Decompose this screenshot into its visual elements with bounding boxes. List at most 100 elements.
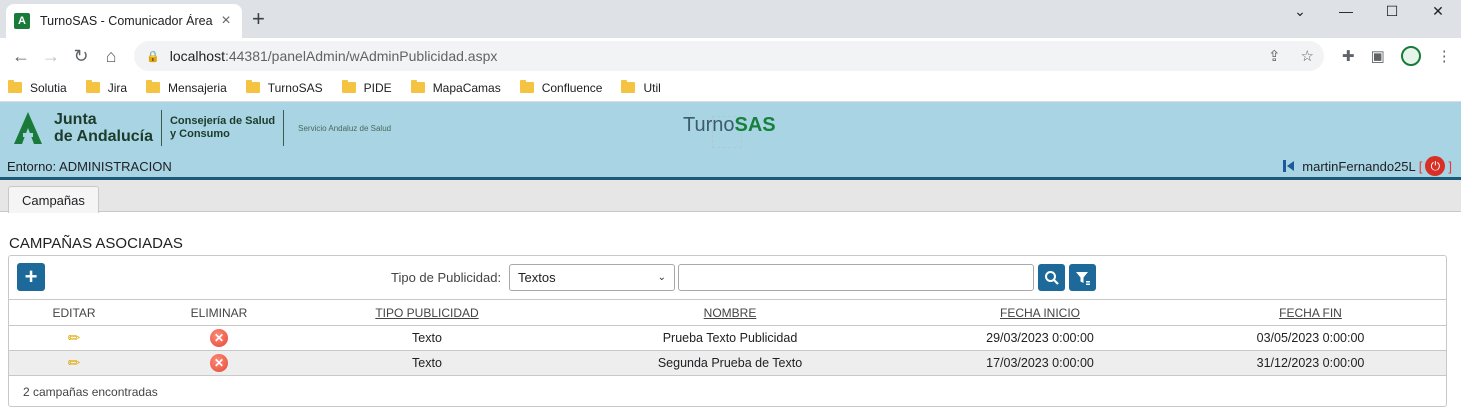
- junta-a-logo-icon: [14, 112, 42, 144]
- logo-line1: Junta: [54, 111, 97, 128]
- delete-icon[interactable]: ✕: [210, 354, 228, 372]
- search-button[interactable]: [1038, 264, 1065, 291]
- close-tab-icon[interactable]: ×: [218, 12, 234, 30]
- logo-text: Junta de Andalucía: [54, 111, 153, 145]
- chevron-down-icon: ⌄: [657, 272, 666, 283]
- url-path: :44381/panelAdmin/wAdminPublicidad.aspx: [224, 48, 498, 64]
- folder-icon: [621, 80, 636, 93]
- cell-fecha-inicio: 17/03/2023 0:00:00: [905, 350, 1175, 376]
- app-header: Junta de Andalucía Consejería de Salud y…: [0, 102, 1461, 180]
- user-area: martinFernando25L [ ⏻ ]: [1283, 156, 1455, 176]
- search-icon: [1044, 270, 1059, 285]
- menu-icon[interactable]: ⋮: [1437, 47, 1452, 65]
- folder-icon: [245, 80, 260, 93]
- app-tabbar: Campañas: [0, 180, 1461, 213]
- maximize-button[interactable]: ☐: [1369, 0, 1415, 22]
- table-row: ✏ ✕ Texto Segunda Prueba de Texto 17/03/…: [9, 350, 1446, 376]
- bookmark-label: Confluence: [541, 80, 603, 95]
- omnibox-actions: ⇪ ☆: [1268, 47, 1314, 65]
- bookmark-folder[interactable]: Jira: [85, 80, 128, 95]
- folder-icon: [410, 80, 425, 93]
- close-window-button[interactable]: ✕: [1415, 0, 1461, 22]
- lock-icon[interactable]: 🔒: [146, 50, 160, 63]
- col-editar: EDITAR: [9, 299, 139, 326]
- home-button[interactable]: ⌂: [96, 41, 126, 71]
- extensions-icon[interactable]: ✚: [1342, 47, 1355, 65]
- bookmark-label: Util: [643, 80, 661, 95]
- add-campaign-button[interactable]: +: [17, 263, 45, 291]
- back-button[interactable]: ←: [6, 41, 36, 71]
- bookmark-folder[interactable]: MapaCamas: [410, 80, 501, 95]
- bookmark-folder[interactable]: PIDE: [341, 80, 392, 95]
- sas-text: Servicio Andaluz de Salud: [298, 123, 392, 133]
- consejeria-line1: Consejería de Salud: [169, 115, 276, 127]
- bracket-close: ]: [1448, 158, 1452, 174]
- new-tab-button[interactable]: +: [252, 8, 265, 30]
- consejeria-text: Consejería de Salud y Consumo: [170, 115, 275, 141]
- window-controls: ⌄ — ☐ ✕: [1277, 0, 1461, 22]
- app-brand: TurnoSAS: [683, 114, 776, 137]
- minimize-button[interactable]: —: [1323, 0, 1369, 22]
- edit-pencil-icon[interactable]: ✏: [68, 329, 81, 347]
- clear-filter-button[interactable]: [1069, 264, 1096, 291]
- profile-avatar[interactable]: [1400, 46, 1421, 66]
- bookmark-folder[interactable]: Mensajeria: [146, 80, 227, 95]
- col-fecha-fin[interactable]: FECHA FIN: [1175, 299, 1446, 326]
- browser-tabstrip: A TurnoSAS - Comunicador Área × + ⌄ — ☐ …: [0, 0, 1461, 38]
- bookmark-label: Mensajeria: [168, 80, 227, 95]
- bracket-open: [: [1418, 158, 1423, 174]
- col-tipo-publicidad[interactable]: TIPO PUBLICIDAD: [299, 299, 555, 326]
- address-bar[interactable]: 🔒 localhost:44381/panelAdmin/wAdminPubli…: [134, 41, 1324, 71]
- cell-tipo: Texto: [299, 325, 555, 351]
- col-eliminar: ELIMINAR: [139, 299, 299, 326]
- edit-cell: ✏: [9, 325, 139, 351]
- edit-pencil-icon[interactable]: ✏: [68, 354, 81, 372]
- publicity-type-select[interactable]: Textos ⌄: [509, 264, 675, 291]
- browser-tab[interactable]: A TurnoSAS - Comunicador Área ×: [6, 4, 242, 38]
- cell-tipo: Texto: [299, 350, 555, 376]
- bookmark-label: TurnoSAS: [267, 80, 323, 95]
- folder-icon: [519, 80, 534, 93]
- tab-search-icon[interactable]: ⌄: [1277, 0, 1323, 22]
- delete-cell: ✕: [139, 350, 299, 376]
- page-title: CAMPAÑAS ASOCIADAS: [9, 235, 183, 252]
- favicon-icon: A: [14, 13, 30, 29]
- bookmark-folder[interactable]: Confluence: [519, 80, 603, 95]
- bookmark-folder[interactable]: Solutia: [8, 80, 67, 95]
- bookmarks-bar: Solutia Jira Mensajeria TurnoSAS PIDE Ma…: [0, 74, 1461, 102]
- bookmark-label: PIDE: [363, 80, 392, 95]
- campaigns-table: EDITAR ELIMINAR TIPO PUBLICIDAD NOMBRE F…: [9, 299, 1446, 376]
- brand-light: Turno: [683, 114, 735, 136]
- bookmark-label: Solutia: [30, 80, 67, 95]
- bookmark-folder[interactable]: TurnoSAS: [245, 80, 323, 95]
- cell-fecha-fin: 31/12/2023 0:00:00: [1175, 350, 1446, 376]
- brand-bold: SAS: [734, 114, 776, 136]
- logout-power-icon[interactable]: ⏻: [1425, 156, 1446, 176]
- consejeria-line2: y Consumo: [169, 128, 230, 140]
- tab-campanas[interactable]: Campañas: [8, 186, 99, 213]
- delete-icon[interactable]: ✕: [210, 329, 228, 347]
- username: martinFernando25L: [1302, 158, 1416, 174]
- logo-divider: [283, 110, 285, 146]
- select-value: Textos: [518, 270, 556, 285]
- browser-toolbar: ← → ↻ ⌂ 🔒 localhost:44381/panelAdmin/wAd…: [0, 38, 1461, 74]
- user-flag-icon: [1283, 160, 1295, 172]
- edit-cell: ✏: [9, 350, 139, 376]
- col-nombre[interactable]: NOMBRE: [555, 299, 905, 326]
- cell-fecha-inicio: 29/03/2023 0:00:00: [905, 325, 1175, 351]
- forward-button[interactable]: →: [36, 41, 66, 71]
- bookmark-folder[interactable]: Util: [621, 80, 661, 95]
- logo-line2: de Andalucía: [54, 128, 153, 145]
- results-count: 2 campañas encontradas: [23, 385, 158, 399]
- bookmark-star-icon[interactable]: ☆: [1301, 47, 1314, 65]
- side-panel-icon[interactable]: ▣: [1371, 47, 1385, 65]
- extension-area: ✚ ▣ ⋮: [1342, 46, 1452, 66]
- share-icon[interactable]: ⇪: [1268, 47, 1281, 65]
- campaigns-panel: + Tipo de Publicidad: Textos ⌄ EDITAR EL…: [8, 255, 1447, 407]
- col-fecha-inicio[interactable]: FECHA INICIO: [905, 299, 1175, 326]
- bookmark-label: Jira: [107, 80, 128, 95]
- logo-divider: [160, 110, 162, 146]
- table-row: ✏ ✕ Texto Prueba Texto Publicidad 29/03/…: [9, 325, 1446, 351]
- reload-button[interactable]: ↻: [66, 41, 96, 71]
- search-input[interactable]: [678, 264, 1034, 291]
